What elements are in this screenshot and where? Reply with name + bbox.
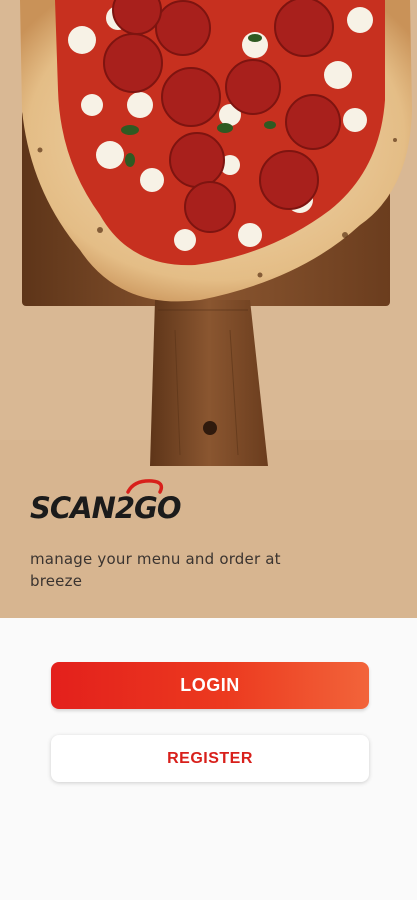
- hero-image: SCAN2GO manage your menu and order at br…: [0, 0, 417, 618]
- tagline: manage your menu and order at breeze: [30, 550, 281, 590]
- logo-text: SCAN2GO: [30, 491, 182, 525]
- scan2go-logo: SCAN2GO: [30, 478, 202, 526]
- login-button[interactable]: LOGIN: [51, 662, 369, 709]
- register-button[interactable]: REGISTER: [51, 735, 369, 782]
